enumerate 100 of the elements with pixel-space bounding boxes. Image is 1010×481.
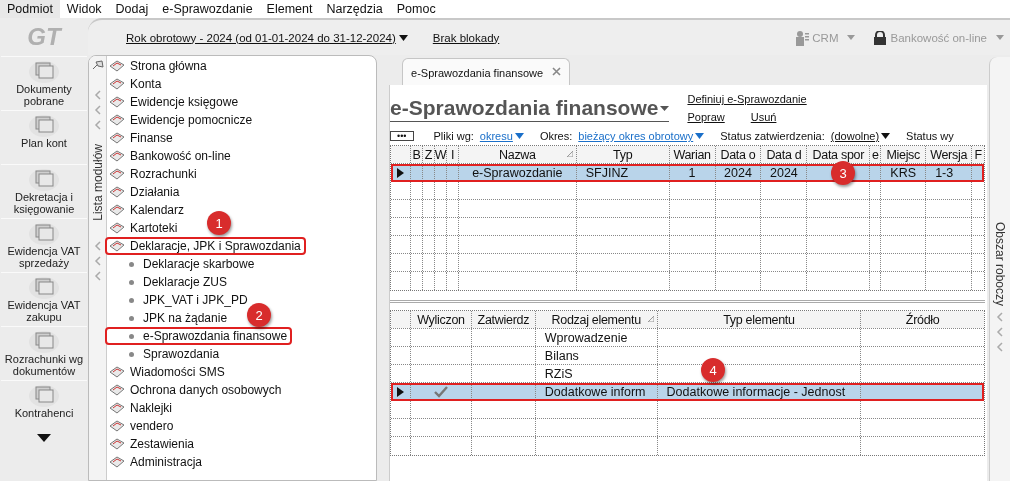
table-cell: Bilans (544, 348, 579, 363)
module-item[interactable]: Kalendarz (105, 201, 190, 219)
filter-label: Pliki wg: (433, 130, 474, 142)
toolbar-button[interactable]: Rozrachunki wg dokumentów (1, 326, 87, 380)
column-header[interactable]: Data d (761, 146, 808, 163)
tile-icon (109, 149, 125, 163)
tile-icon (109, 365, 125, 379)
logo: GT (27, 22, 61, 52)
chevron-left-icon[interactable] (996, 312, 1005, 323)
toolbar-button[interactable]: Plan kont (1, 110, 87, 164)
column-header[interactable]: Wyliczon (411, 311, 472, 328)
tile-icon (109, 221, 125, 235)
column-header[interactable]: e (870, 146, 882, 163)
chevron-left-icon[interactable] (996, 327, 1005, 338)
module-subitem[interactable]: Sprawozdania (105, 345, 225, 363)
toolbar-button[interactable]: Dekretacja i księgowanie (1, 164, 87, 218)
module-item[interactable]: Administracja (105, 453, 208, 471)
pin-icon[interactable] (91, 60, 104, 70)
table-cell: 2024 (770, 165, 798, 180)
menu-item[interactable]: e-Sprawozdanie (155, 0, 260, 18)
tile-icon (109, 131, 125, 145)
column-header[interactable]: Data spor (807, 146, 871, 163)
row-pointer-icon (397, 386, 405, 397)
column-header[interactable]: Rodzaj elementu (535, 311, 658, 328)
module-item[interactable]: vendero (105, 417, 179, 435)
chevron-left-icon[interactable] (996, 342, 1005, 353)
module-subitem[interactable]: e-Sprawozdania finansowe (105, 327, 293, 345)
caret-icon (881, 133, 891, 139)
tile-icon (109, 113, 125, 127)
caret-icon (847, 35, 856, 40)
callout-badge: 1 (207, 211, 231, 235)
period-selector[interactable]: Rok obrotowy - 2024 (od 01-01-2024 do 31-12-2024) (126, 31, 408, 44)
toolbar-button[interactable]: Ewidencja VAT sprzedaży (1, 218, 87, 272)
tile-icon (109, 77, 125, 91)
table-cell: Dodatkowe informacje - Jednost (666, 384, 846, 399)
module-subitem[interactable]: JPK na żądanie (105, 309, 233, 327)
column-header[interactable]: F (972, 146, 985, 163)
module-item[interactable]: Finanse (105, 129, 178, 147)
filter-dropdown[interactable]: (dowolne) (830, 130, 891, 142)
menu-item[interactable]: Podmiot (0, 0, 60, 18)
table-cell: RZiS (544, 366, 573, 381)
column-header[interactable]: Z (423, 146, 435, 163)
filter-dropdown[interactable]: okresu (479, 130, 524, 142)
column-header[interactable]: Wersja (926, 146, 973, 163)
panel-title: Obszar roboczy (993, 222, 1008, 307)
table-row[interactable]: Wprowadzenie (391, 329, 985, 347)
menu-item[interactable]: Widok (59, 0, 109, 18)
define-link[interactable]: Definiuj e-Sprawozdanie (687, 93, 807, 105)
tile-icon (109, 419, 125, 433)
chevron-left-icon[interactable] (93, 255, 102, 266)
module-item[interactable]: Kartoteki (105, 219, 183, 237)
column-header[interactable]: Data o (715, 146, 762, 163)
module-item[interactable]: Działania (105, 183, 185, 201)
table-row[interactable]: Dodatkowe inform Dodatkowe informacje - Jednost (391, 383, 985, 401)
action-link[interactable]: Usuń (750, 111, 777, 123)
module-subitem[interactable]: Deklaracje ZUS (105, 273, 233, 291)
column-header[interactable]: B (411, 146, 423, 163)
menu-item[interactable]: Narzędzia (319, 0, 390, 18)
caret-icon (660, 105, 670, 111)
action-link[interactable]: Popraw (687, 111, 725, 123)
chevron-left-icon[interactable] (93, 270, 102, 281)
module-item[interactable]: Ewidencje księgowe (105, 93, 244, 111)
tile-icon (109, 59, 125, 73)
close-icon[interactable] (552, 67, 562, 76)
tile-icon (109, 437, 125, 451)
menu-item[interactable]: Pomoc (389, 0, 443, 18)
module-item[interactable]: Rozrachunki (105, 165, 202, 183)
module-item[interactable]: Zestawienia (105, 435, 200, 453)
column-header[interactable]: Typ (576, 146, 670, 163)
person-list-icon (795, 29, 810, 46)
module-item[interactable]: Konta (105, 75, 167, 93)
column-header[interactable]: Warian (669, 146, 716, 163)
module-item[interactable]: Strona główna (105, 57, 212, 75)
filter-dropdown[interactable]: bieżący okres obrotowy (578, 130, 705, 142)
toolbar-button[interactable]: Kontrahenci (1, 380, 87, 434)
toolbar-button[interactable]: Dokumenty pobrane (1, 56, 87, 110)
column-header[interactable]: Nazwa (458, 146, 577, 163)
lock-status-link[interactable]: Brak blokady (432, 31, 500, 44)
toolbar-button[interactable]: Ewidencja VAT zakupu (1, 272, 87, 326)
module-item[interactable]: Deklaracje, JPK i Sprawozdania (105, 237, 306, 255)
down-arrow-icon[interactable] (37, 434, 51, 442)
chevron-left-icon[interactable] (93, 240, 102, 251)
document-tab[interactable]: e-Sprawozdania finansowe (402, 58, 571, 85)
column-header[interactable]: Typ elementu (657, 311, 862, 328)
module-item[interactable]: Wiadomości SMS (105, 363, 230, 381)
tile-icon (109, 239, 125, 253)
module-item[interactable]: Ewidencje pomocnicze (105, 111, 258, 129)
column-header[interactable]: Źródło (861, 311, 985, 328)
more-button[interactable]: ••• (390, 131, 414, 141)
module-item[interactable]: Ochrona danych osobowych (105, 381, 287, 399)
module-subitem[interactable]: Deklaracje skarbowe (105, 255, 260, 273)
menu-item[interactable]: Element (259, 0, 320, 18)
menu-item[interactable]: Dodaj (108, 0, 156, 18)
filter-label: Okres: (539, 130, 573, 142)
module-item[interactable]: Naklejki (105, 399, 177, 417)
module-item[interactable]: Bankowość on-line (105, 147, 236, 165)
column-header[interactable]: Miejsc (881, 146, 927, 163)
page-title[interactable]: e-Sprawozdania finansowe (390, 95, 670, 122)
column-header[interactable]: Zatwierdz (471, 311, 536, 328)
row-pointer-icon (397, 167, 405, 178)
